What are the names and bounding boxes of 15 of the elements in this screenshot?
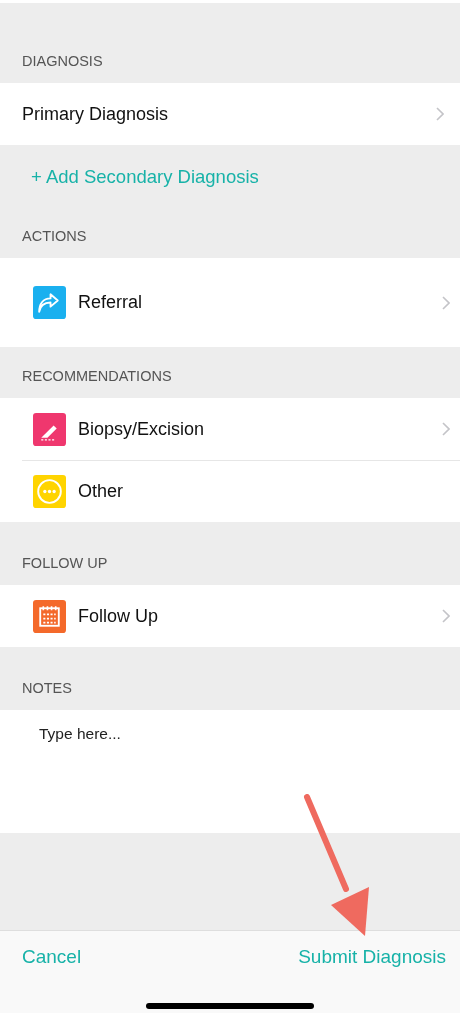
chevron-icon <box>442 295 450 310</box>
list-row[interactable]: Follow Up <box>0 585 460 647</box>
section-header: ACTIONS <box>22 227 87 247</box>
section-header: RECOMMENDATIONS <box>22 367 172 387</box>
notes-field[interactable]: Type here... <box>0 710 460 833</box>
list-row[interactable]: Biopsy/Excision <box>0 398 460 460</box>
section-header: DIAGNOSIS <box>22 52 103 72</box>
section-header: NOTES <box>22 679 72 699</box>
list-row[interactable]: Referral <box>0 258 460 347</box>
chevron-icon <box>436 107 444 121</box>
list-row[interactable]: Other <box>0 460 460 522</box>
chevron-icon <box>442 422 450 436</box>
chevron-icon <box>442 609 450 623</box>
section-header: FOLLOW UP <box>22 554 108 574</box>
primary-diagnosis-row[interactable]: Primary Diagnosis <box>0 83 460 145</box>
